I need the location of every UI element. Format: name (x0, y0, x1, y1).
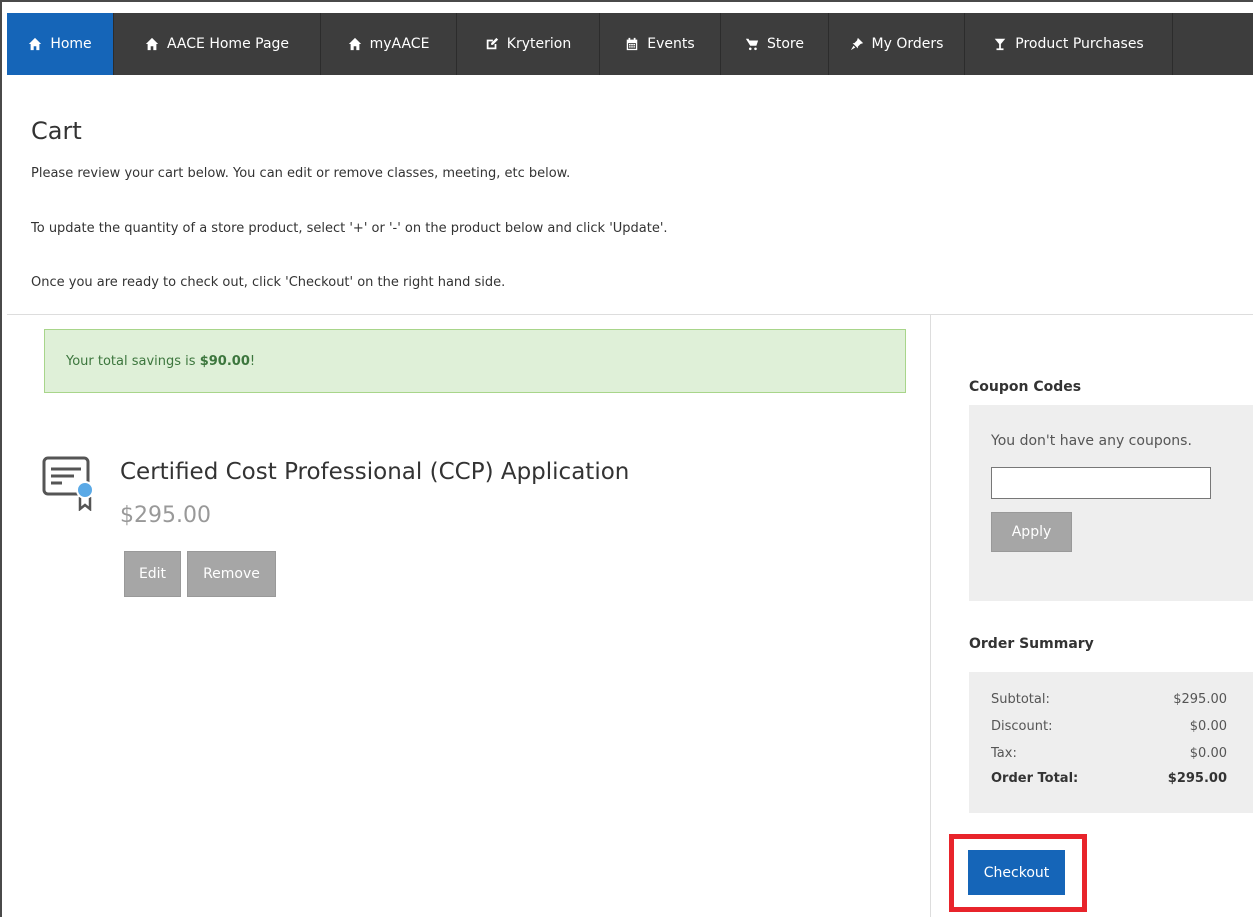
discount-row: Discount: $0.00 (991, 719, 1227, 734)
home-icon (28, 37, 42, 51)
edit-icon (485, 37, 499, 51)
pin-icon (850, 37, 864, 51)
page-title: Cart (31, 117, 82, 145)
nav-item-label: AACE Home Page (166, 36, 290, 52)
nav-item-product-purchases[interactable]: Product Purchases (965, 13, 1173, 75)
coupon-codes-heading: Coupon Codes (969, 379, 1082, 395)
edit-button[interactable]: Edit (124, 551, 181, 597)
home-icon (145, 37, 159, 51)
tax-row: Tax: $0.00 (991, 746, 1227, 761)
certificate-icon (42, 455, 98, 512)
savings-prefix: Your total savings is (66, 353, 200, 369)
apply-button[interactable]: Apply (991, 512, 1072, 552)
coupon-box: You don't have any coupons. Apply (969, 405, 1253, 601)
order-total-label: Order Total: (991, 771, 1079, 786)
nav-item-aace-home-page[interactable]: AACE Home Page (114, 13, 321, 75)
discount-value: $0.00 (1189, 719, 1227, 734)
top-navbar: Home AACE Home Page myAACE Kryterion Eve… (7, 13, 1253, 75)
savings-amount: $90.00 (199, 353, 250, 369)
cart-item-price: $295.00 (120, 503, 211, 528)
subtotal-row: Subtotal: $295.00 (991, 692, 1227, 707)
nav-item-label: Store (766, 36, 804, 52)
nav-item-label: Home (50, 36, 92, 52)
nav-item-label: My Orders (871, 36, 944, 52)
savings-alert: Your total savings is $90.00! (44, 329, 906, 393)
nav-item-myaace[interactable]: myAACE (321, 13, 457, 75)
intro-text: Please review your cart below. You can e… (31, 166, 571, 181)
order-summary-box: Subtotal: $295.00 Discount: $0.00 Tax: $… (969, 672, 1253, 813)
nav-item-events[interactable]: Events (600, 13, 721, 75)
checkout-button[interactable]: Checkout (968, 850, 1065, 895)
discount-label: Discount: (991, 719, 1053, 734)
coupon-input[interactable] (991, 467, 1211, 499)
cart-icon (745, 37, 759, 51)
intro-text: To update the quantity of a store produc… (31, 221, 668, 236)
nav-item-label: Kryterion (506, 36, 572, 52)
checkout-highlight: Checkout (949, 834, 1087, 912)
nav-item-home[interactable]: Home (7, 13, 114, 75)
coupon-message: You don't have any coupons. (991, 433, 1192, 449)
nav-item-store[interactable]: Store (721, 13, 829, 75)
nav-item-label: Product Purchases (1015, 36, 1144, 52)
remove-button[interactable]: Remove (187, 551, 276, 597)
subtotal-label: Subtotal: (991, 692, 1050, 707)
order-summary-heading: Order Summary (969, 636, 1094, 652)
savings-suffix: ! (249, 353, 256, 369)
nav-item-label: Events (647, 36, 695, 52)
nav-item-label: myAACE (369, 36, 430, 52)
intro-text: Once you are ready to check out, click '… (31, 275, 506, 290)
nav-item-kryterion[interactable]: Kryterion (457, 13, 600, 75)
nav-item-my-orders[interactable]: My Orders (829, 13, 965, 75)
glass-icon (993, 37, 1007, 51)
order-total-value: $295.00 (1167, 771, 1227, 786)
subtotal-value: $295.00 (1173, 692, 1227, 707)
cart-item-title: Certified Cost Professional (CCP) Applic… (120, 459, 630, 485)
tax-label: Tax: (991, 746, 1017, 761)
order-total-row: Order Total: $295.00 (991, 771, 1227, 786)
calendar-icon (625, 37, 639, 51)
home-icon (348, 37, 362, 51)
tax-value: $0.00 (1189, 746, 1227, 761)
